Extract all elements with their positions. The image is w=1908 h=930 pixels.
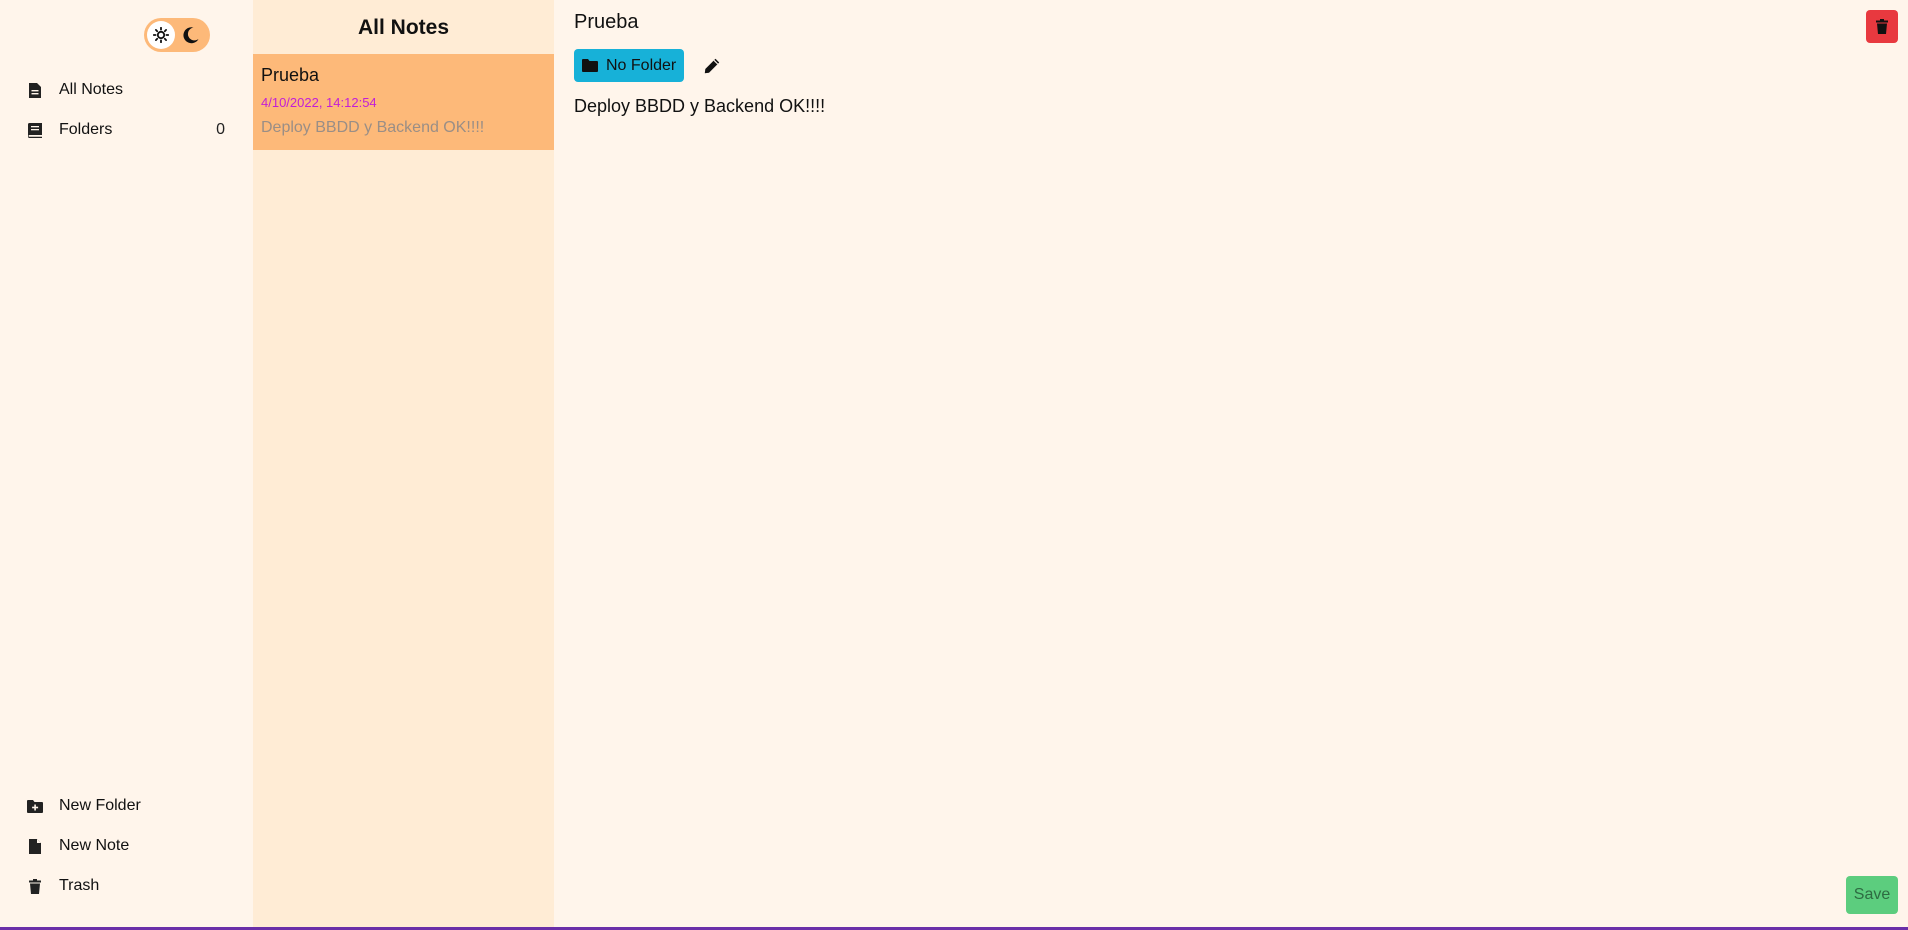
save-button[interactable]: Save <box>1846 876 1898 914</box>
folder-select-button[interactable]: No Folder <box>574 49 685 82</box>
moon-icon <box>183 27 199 44</box>
theme-knob <box>147 21 175 49</box>
notes-list-panel: All Notes Prueba 4/10/2022, 14:12:54 Dep… <box>253 0 554 927</box>
note-card-excerpt: Deploy BBDD y Backend OK!!!! <box>261 119 485 136</box>
sidebar-item-label: Folders <box>59 121 113 138</box>
book-icon <box>27 121 43 139</box>
sidebar-item-all-notes[interactable]: All Notes <box>0 73 253 107</box>
folders-count: 0 <box>216 121 225 138</box>
note-card-title: Prueba <box>261 65 320 85</box>
sidebar-item-label: New Folder <box>59 797 141 814</box>
trash-icon <box>27 877 43 895</box>
note-card[interactable]: Prueba 4/10/2022, 14:12:54 Deploy BBDD y… <box>253 54 554 150</box>
edit-folder-button[interactable] <box>702 56 722 76</box>
folder-plus-icon <box>27 797 43 815</box>
folder-icon <box>582 59 598 73</box>
sidebar: All Notes Folders 0 New Folder New Note <box>0 0 253 927</box>
sidebar-item-label: Trash <box>59 877 100 894</box>
delete-note-button[interactable] <box>1866 10 1898 43</box>
note-editor: Prueba No Folder Deploy BBDD y Backend O… <box>554 0 1908 927</box>
pencil-icon <box>704 58 720 74</box>
file-text-icon <box>27 81 43 99</box>
sun-icon <box>153 27 169 43</box>
file-icon <box>27 837 43 855</box>
theme-toggle[interactable] <box>144 18 210 52</box>
sidebar-item-new-folder[interactable]: New Folder <box>0 789 253 823</box>
notes-list-title: All Notes <box>357 16 449 39</box>
note-title-input[interactable]: Prueba <box>574 11 639 34</box>
sidebar-item-folders[interactable]: Folders 0 <box>0 113 253 147</box>
app-root: All Notes Folders 0 New Folder New Note <box>0 0 1908 927</box>
folder-select-label: No Folder <box>606 56 677 74</box>
sidebar-item-label: New Note <box>59 837 130 854</box>
note-body-editor[interactable]: Deploy BBDD y Backend OK!!!! <box>574 96 825 117</box>
sidebar-item-label: All Notes <box>59 81 124 98</box>
sidebar-item-new-note[interactable]: New Note <box>0 829 253 863</box>
trash-icon <box>1876 19 1888 34</box>
sidebar-item-trash[interactable]: Trash <box>0 869 253 903</box>
note-card-date: 4/10/2022, 14:12:54 <box>261 95 377 110</box>
